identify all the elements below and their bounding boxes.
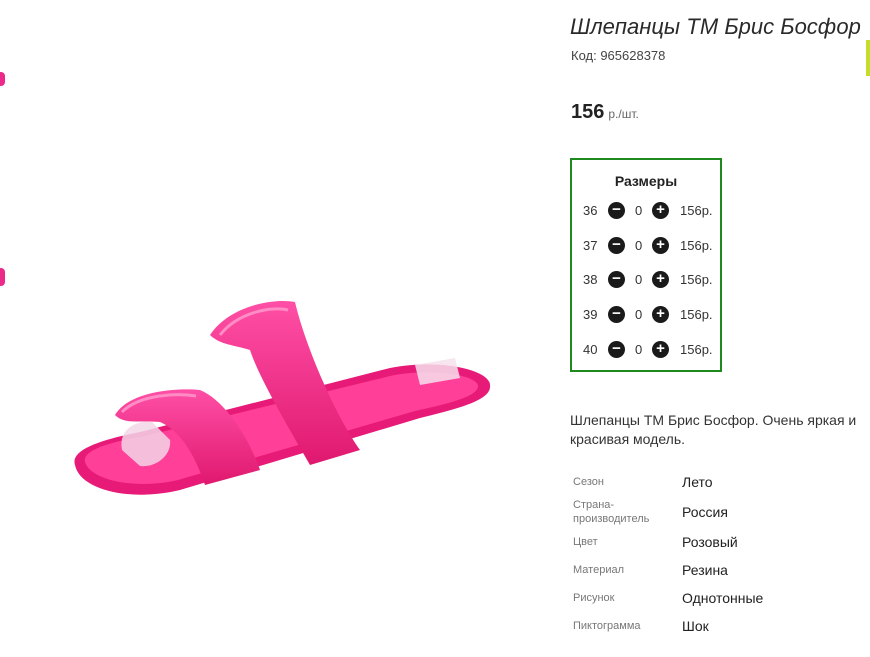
property-key: Цвет [573,536,598,548]
size-price: 156р. [680,203,713,218]
size-row: 40 − 0 + 156р. [572,340,720,360]
property-key: Сезон [573,476,604,488]
product-image [74,300,491,495]
size-label: 36 [583,203,598,218]
property-value: Резина [682,562,728,578]
thumbnail-edge[interactable] [0,72,5,86]
property-value: Шок [682,618,709,634]
size-label: 38 [583,272,598,287]
property-value: Россия [682,504,728,520]
size-row: 38 − 0 + 156р. [572,270,720,290]
size-label: 39 [583,307,598,322]
quantity-value: 0 [635,203,643,218]
size-row: 39 − 0 + 156р. [572,305,720,325]
property-key: Материал [573,564,624,576]
price-unit: р./шт. [608,107,639,121]
side-button-edge[interactable] [866,40,870,76]
size-row: 37 − 0 + 156р. [572,236,720,256]
product-code: Код: 965628378 [571,48,666,63]
plus-icon[interactable]: + [652,306,669,323]
property-key: Пиктограмма [573,620,641,632]
quantity-value: 0 [635,238,643,253]
property-value: Розовый [682,534,738,550]
property-value: Лето [682,474,713,490]
plus-icon[interactable]: + [652,271,669,288]
size-price: 156р. [680,238,713,253]
product-price: 156 р./шт. [571,101,639,124]
plus-icon[interactable]: + [652,202,669,219]
size-price: 156р. [680,272,713,287]
minus-icon[interactable]: − [608,341,625,358]
property-key-line1: Страна- [573,499,615,511]
plus-icon[interactable]: + [652,341,669,358]
minus-icon[interactable]: − [608,237,625,254]
thumbnail-edge[interactable] [0,268,5,286]
plus-icon[interactable]: + [652,237,669,254]
size-label: 37 [583,238,598,253]
product-title: Шлепанцы ТМ Брис Босфор [570,14,861,39]
property-key-line2: производитель [573,513,650,525]
price-value: 156 [571,101,605,123]
size-row: 36 − 0 + 156р. [572,201,720,221]
sizes-panel: Размеры 36 − 0 + 156р. 37 − 0 + 156р. 38… [570,158,722,372]
product-description: Шлепанцы ТМ Брис Босфор. Очень яркая и к… [570,412,857,447]
size-label: 40 [583,342,598,357]
minus-icon[interactable]: − [608,271,625,288]
sizes-heading: Размеры [614,173,678,189]
quantity-value: 0 [635,342,643,357]
quantity-value: 0 [635,307,643,322]
minus-icon[interactable]: − [608,202,625,219]
quantity-value: 0 [635,272,643,287]
size-price: 156р. [680,342,713,357]
property-key: Страна-производитель [573,498,673,526]
property-key: Рисунок [573,592,615,604]
property-value: Однотонные [682,590,764,606]
minus-icon[interactable]: − [608,306,625,323]
size-price: 156р. [680,307,713,322]
